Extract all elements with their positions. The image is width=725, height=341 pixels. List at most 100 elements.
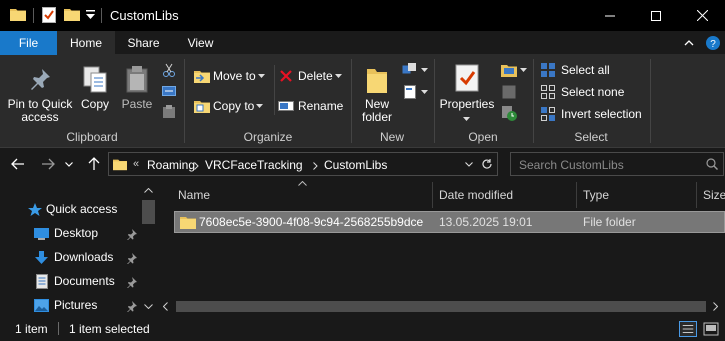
breadcrumb-item[interactable]: Roaming [147, 158, 195, 172]
history-icon[interactable] [501, 105, 517, 121]
horizontal-scrollbar[interactable] [158, 298, 725, 315]
pin-icon[interactable] [126, 229, 137, 240]
desktop-icon [34, 228, 49, 240]
select-all-label: Select all [561, 63, 610, 77]
address-bar[interactable]: « Roaming VRCFaceTracking CustomLibs [108, 152, 498, 176]
paste-shortcut-icon[interactable] [162, 105, 176, 119]
breadcrumb-overflow[interactable]: « [133, 158, 139, 170]
chevron-right-icon[interactable] [194, 162, 199, 170]
nav-item-downloads[interactable]: Downloads [0, 246, 140, 270]
window-title: CustomLibs [110, 8, 179, 23]
group-separator [274, 65, 275, 115]
tab-share[interactable]: Share [115, 31, 172, 55]
edit-icon[interactable] [502, 85, 516, 99]
delete-button[interactable]: Delete [280, 68, 344, 86]
dropdown-arrow-icon [256, 104, 263, 108]
minimize-button[interactable] [587, 0, 633, 31]
invert-selection-button[interactable]: Invert selection [541, 106, 651, 124]
breadcrumb-item[interactable]: VRCFaceTracking [205, 158, 303, 172]
large-icons-view-icon[interactable] [703, 322, 719, 336]
rename-button[interactable]: Rename [278, 98, 346, 116]
pin-icon[interactable] [126, 301, 137, 312]
open-icon[interactable] [501, 63, 517, 77]
new-folder-icon[interactable] [64, 7, 80, 21]
move-to-label: Move to [213, 69, 256, 83]
column-header-size[interactable]: Size [703, 188, 725, 202]
dropdown-arrow-icon[interactable] [520, 68, 527, 72]
scroll-up-icon[interactable] [144, 188, 153, 193]
pin-icon[interactable] [126, 277, 137, 288]
tab-view[interactable]: View [172, 31, 229, 55]
file-list: Name Date modified Type Size 7608ec5e-39… [158, 180, 725, 316]
group-separator [434, 59, 435, 143]
scroll-down-icon[interactable] [144, 304, 153, 309]
nav-item-documents[interactable]: Documents [0, 270, 140, 294]
maximize-button[interactable] [633, 0, 679, 31]
customize-qa-icon[interactable] [86, 10, 95, 20]
table-row[interactable]: 7608ec5e-3900-4f08-9c94-2568255b9dce 13.… [174, 211, 725, 233]
pin-icon[interactable] [126, 253, 137, 264]
help-icon[interactable]: ? [706, 36, 720, 50]
nav-item-quick-access[interactable]: Quick access [0, 198, 140, 222]
download-icon [35, 251, 48, 264]
search-input[interactable]: Search CustomLibs [510, 152, 724, 176]
pin-button[interactable]: Pin to Quick access [4, 61, 76, 127]
up-button[interactable] [84, 154, 104, 174]
group-separator [184, 59, 185, 143]
scroll-right-icon[interactable] [713, 302, 718, 311]
select-none-button[interactable]: Select none [541, 84, 641, 102]
svg-text:?: ? [710, 39, 716, 50]
chevron-right-icon[interactable] [313, 162, 318, 170]
paste-button[interactable]: Paste [117, 61, 157, 127]
collapse-ribbon-icon[interactable] [684, 39, 694, 46]
back-button[interactable] [8, 154, 28, 174]
horizontal-scroll-thumb[interactable] [176, 301, 706, 312]
dropdown-arrow-icon[interactable] [421, 68, 428, 72]
minimize-icon [605, 15, 615, 16]
pin-label: access [21, 110, 59, 124]
select-all-icon [541, 63, 555, 77]
column-header-type[interactable]: Type [583, 188, 609, 202]
dropdown-arrow-icon[interactable] [421, 90, 428, 94]
arrow-up-icon [88, 157, 100, 170]
forward-button[interactable] [38, 154, 58, 174]
column-divider[interactable] [576, 182, 577, 208]
new-item-icon[interactable] [402, 63, 418, 77]
select-group-label: Select [574, 130, 608, 144]
move-to-button[interactable]: Move to [194, 68, 272, 86]
new-folder-button[interactable]: New folder [356, 61, 398, 127]
recent-locations-button[interactable] [62, 154, 76, 174]
folder-icon [180, 217, 196, 229]
refresh-icon[interactable] [481, 158, 493, 170]
select-none-icon [541, 85, 555, 99]
column-divider[interactable] [432, 182, 433, 208]
copy-path-icon[interactable] [162, 85, 176, 97]
nav-scrollbar[interactable] [140, 186, 157, 316]
tab-home[interactable]: Home [57, 31, 115, 55]
column-header-name[interactable]: Name [178, 188, 210, 202]
copy-to-button[interactable]: Copy to [194, 98, 272, 116]
cut-icon[interactable] [162, 63, 176, 77]
title-separator [33, 8, 34, 23]
copy-label: Copy [80, 97, 109, 111]
breadcrumb-item[interactable]: CustomLibs [324, 158, 387, 172]
easy-access-icon[interactable] [403, 85, 417, 99]
column-header-date[interactable]: Date modified [439, 188, 513, 202]
details-view-icon[interactable] [679, 321, 697, 337]
nav-item-pictures[interactable]: Pictures [0, 294, 140, 318]
scroll-left-icon[interactable] [163, 302, 168, 311]
select-all-button[interactable]: Select all [541, 62, 641, 80]
close-button[interactable] [679, 0, 725, 31]
properties-icon[interactable] [42, 7, 56, 23]
copy-icon [83, 66, 107, 93]
new-group-label: New [379, 130, 404, 144]
chevron-down-icon[interactable] [465, 162, 473, 167]
nav-label: Documents [54, 274, 115, 288]
nav-scroll-thumb[interactable] [142, 200, 155, 224]
nav-item-desktop[interactable]: Desktop [0, 222, 140, 246]
copy-button[interactable]: Copy [77, 61, 113, 127]
properties-button[interactable]: Properties [438, 61, 496, 127]
column-divider[interactable] [696, 182, 697, 208]
invert-selection-label: Invert selection [561, 107, 642, 121]
tab-file[interactable]: File [0, 31, 57, 55]
